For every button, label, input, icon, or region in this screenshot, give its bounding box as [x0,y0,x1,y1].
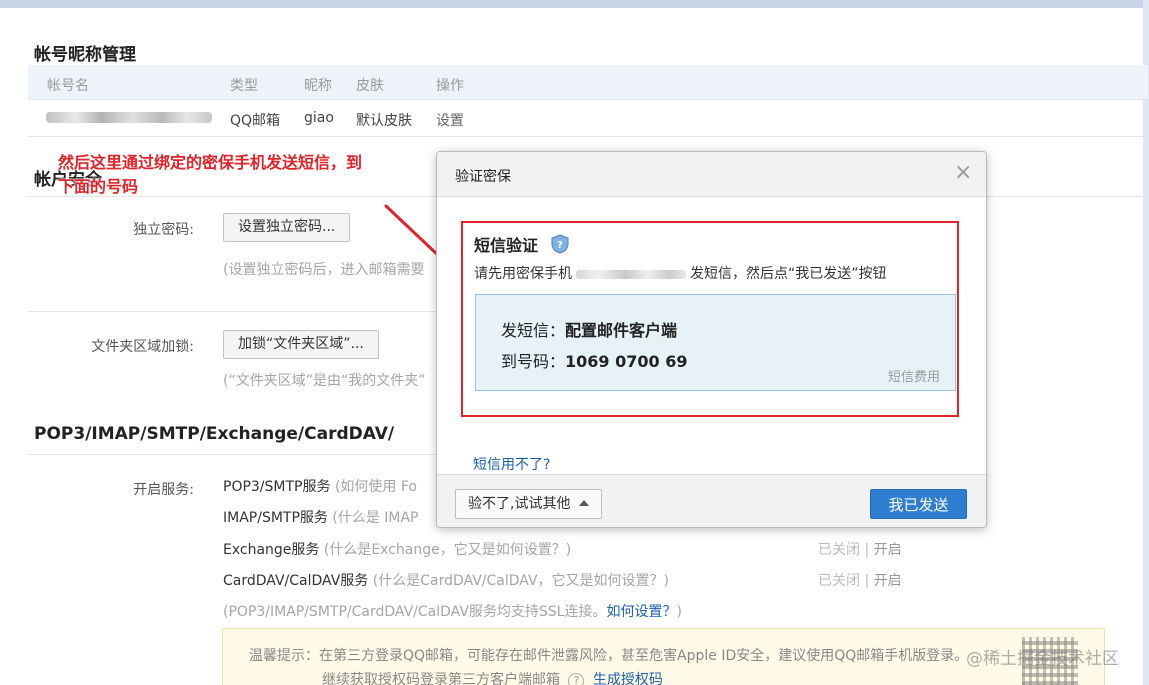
service-name: POP3/SMTP服务 [223,479,331,495]
column-header-skin: 皮肤 [356,78,384,94]
exchange-status: 已关闭 | 开启 [818,539,902,559]
ssl-howto-link[interactable]: 如何设置？ [606,604,676,620]
dialog-footer: 验不了,试试其他 我已发送 [437,474,986,527]
section-title-protocol: POP3/IMAP/SMTP/Exchange/CardDAV/ [34,424,395,444]
ssl-note-text: (POP3/IMAP/SMTP/CardDAV/CalDAV服务均支持SSL连接… [223,604,607,620]
annotation-text: 然后这里通过绑定的密保手机发送短信，到 下面的号码 [58,151,362,199]
account-nickname: giao [304,110,334,126]
blurred-account-name [46,112,212,123]
column-header-account: 帐号名 [47,78,89,94]
set-independent-password-button[interactable]: 设置独立密码... [223,213,351,242]
carddav-status: 已关闭 | 开启 [818,570,902,590]
watermark: @稀土掘金技术社区 [966,649,1119,669]
tip-line-2: 继续获取授权码登录第三方客户端邮箱 ? 生成授权码 [322,669,663,685]
status-separator: | [864,542,870,558]
folder-lock-label: 文件夹区域加锁: [91,339,194,355]
annotation-line-1: 然后这里通过绑定的密保手机发送短信，到 [58,153,363,172]
account-table-header: 帐号名 类型 昵称 皮肤 操作 [28,65,1148,100]
status-separator: | [864,573,870,589]
column-header-type: 类型 [230,78,258,94]
ssl-note-close: ) [676,604,682,620]
generate-auth-code-link[interactable]: 生成授权码 [593,672,663,685]
enable-exchange-link[interactable]: 开启 [874,542,902,558]
account-settings-link[interactable]: 设置 [436,110,464,130]
dialog-title: 验证密保 [455,169,511,185]
open-service-label: 开启服务: [133,482,194,498]
help-icon[interactable]: ? [568,673,585,685]
service-imap: IMAP/SMTP服务 (什么是 IMAP [223,507,419,527]
service-help-link[interactable]: (什么是 IMAP [332,510,418,526]
service-exchange: Exchange服务 (什么是Exchange，它又是如何设置？) [223,539,571,559]
section-title-account: 帐号昵称管理 [34,45,136,65]
highlight-box [461,221,959,417]
service-help-link[interactable]: (什么是CardDAV/CalDAV，它又是如何设置？) [373,573,669,589]
divider [28,454,438,455]
service-name: CardDAV/CalDAV服务 [223,573,369,589]
enable-carddav-link[interactable]: 开启 [874,573,902,589]
status-off: 已关闭 [818,542,860,558]
service-carddav: CardDAV/CalDAV服务 (什么是CardDAV/CalDAV，它又是如… [223,570,669,590]
folder-lock-hint: (“文件夹区域”是由“我的文件夹” [223,373,426,389]
independent-password-label: 独立密码: [133,222,194,238]
ssl-note: (POP3/IMAP/SMTP/CardDAV/CalDAV服务均支持SSL连接… [223,601,682,621]
try-other-label: 验不了,试试其他 [468,496,571,512]
lock-folder-button[interactable]: 加锁“文件夹区域”... [223,330,379,359]
service-help-link[interactable]: (什么是Exchange，它又是如何设置？) [324,542,571,558]
table-row: QQ邮箱 giao 默认皮肤 设置 [28,100,1148,137]
caret-up-icon [578,500,589,506]
dialog-header: 验证密保 × [437,152,986,197]
tip-line-1: 温馨提示：在第三方登录QQ邮箱，可能存在邮件泄露风险，甚至危害Apple ID安… [249,648,969,664]
sent-confirm-button[interactable]: 我已发送 [870,489,967,519]
divider [28,311,438,312]
close-icon[interactable]: × [954,162,972,184]
account-skin: 默认皮肤 [356,113,412,129]
annotation-line-2: 下面的号码 [58,177,139,196]
try-other-button[interactable]: 验不了,试试其他 [455,489,602,519]
column-header-action: 操作 [436,78,464,94]
service-help-link[interactable]: (如何使用 Fo [335,479,417,495]
top-bar [0,0,1149,8]
service-pop3: POP3/SMTP服务 (如何使用 Fo [223,476,417,496]
status-off: 已关闭 [818,573,860,589]
service-name: IMAP/SMTP服务 [223,510,328,526]
tip-line-2-text: 继续获取授权码登录第三方客户端邮箱 [322,672,560,685]
sms-unavailable-link[interactable]: 短信用不了? [473,454,550,474]
account-type: QQ邮箱 [230,113,281,129]
service-name: Exchange服务 [223,542,320,558]
column-header-nickname: 昵称 [304,78,332,94]
